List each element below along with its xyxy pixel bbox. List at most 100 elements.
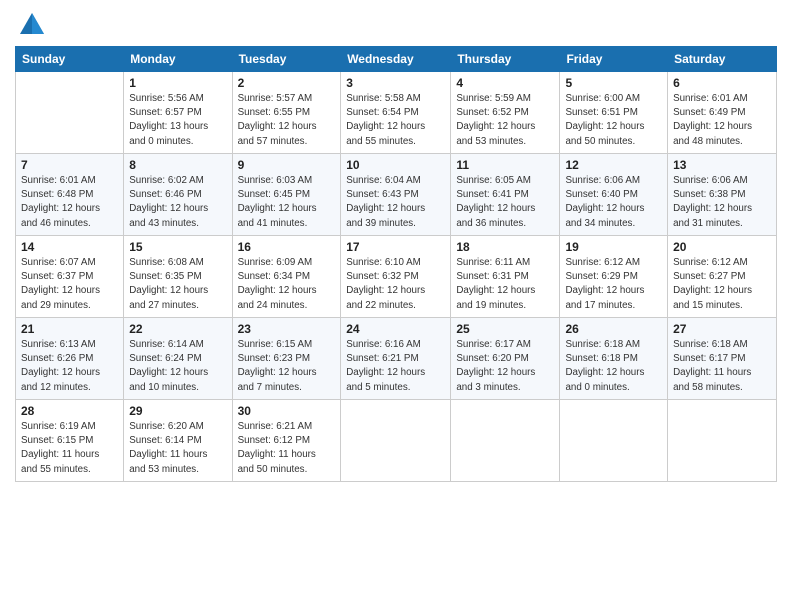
calendar-cell: 4Sunrise: 5:59 AMSunset: 6:52 PMDaylight… bbox=[451, 72, 560, 154]
day-number: 7 bbox=[21, 158, 118, 172]
day-info: Sunrise: 6:01 AMSunset: 6:49 PMDaylight:… bbox=[673, 92, 771, 149]
day-number: 23 bbox=[238, 322, 336, 336]
week-row-2: 7 Sunrise: 6:01 AMSunset: 6:48 PMDaylight… bbox=[16, 154, 777, 236]
day-info: Sunrise: 6:03 AMSunset: 6:45 PMDaylight:… bbox=[238, 174, 336, 231]
day-number: 16 bbox=[238, 240, 336, 254]
day-number: 25 bbox=[456, 322, 554, 336]
calendar-cell: 9 Sunrise: 6:03 AMSunset: 6:45 PMDaylight… bbox=[232, 154, 341, 236]
calendar-cell: 1Sunrise: 5:56 AMSunset: 6:57 PMDaylight… bbox=[124, 72, 232, 154]
calendar-cell: 3 Sunrise: 5:58 AMSunset: 6:54 PMDaylight… bbox=[341, 72, 451, 154]
calendar-cell: 6 Sunrise: 6:01 AMSunset: 6:49 PMDaylight… bbox=[668, 72, 777, 154]
day-number: 19 bbox=[565, 240, 662, 254]
day-info: Sunrise: 6:05 AMSunset: 6:41 PMDaylight:… bbox=[456, 174, 554, 231]
day-info: Sunrise: 6:00 AMSunset: 6:51 PMDaylight:… bbox=[565, 92, 662, 149]
calendar-cell: 8 Sunrise: 6:02 AMSunset: 6:46 PMDaylight… bbox=[124, 154, 232, 236]
weekday-header-row: SundayMondayTuesdayWednesdayThursdayFrid… bbox=[16, 47, 777, 72]
day-number: 12 bbox=[565, 158, 662, 172]
day-info: Sunrise: 5:58 AMSunset: 6:54 PMDaylight:… bbox=[346, 92, 445, 149]
calendar-cell: 21 Sunrise: 6:13 AMSunset: 6:26 PMDayligh… bbox=[16, 318, 124, 400]
day-number: 3 bbox=[346, 76, 445, 90]
day-info: Sunrise: 6:12 AMSunset: 6:29 PMDaylight:… bbox=[565, 256, 662, 313]
week-row-4: 21 Sunrise: 6:13 AMSunset: 6:26 PMDayligh… bbox=[16, 318, 777, 400]
weekday-header-thursday: Thursday bbox=[451, 47, 560, 72]
calendar-cell bbox=[451, 400, 560, 482]
calendar-cell: 23Sunrise: 6:15 AMSunset: 6:23 PMDayligh… bbox=[232, 318, 341, 400]
calendar-cell: 11 Sunrise: 6:05 AMSunset: 6:41 PMDayligh… bbox=[451, 154, 560, 236]
day-number: 26 bbox=[565, 322, 662, 336]
calendar-cell: 15 Sunrise: 6:08 AMSunset: 6:35 PMDayligh… bbox=[124, 236, 232, 318]
calendar-cell: 24 Sunrise: 6:16 AMSunset: 6:21 PMDayligh… bbox=[341, 318, 451, 400]
day-number: 15 bbox=[129, 240, 226, 254]
day-number: 29 bbox=[129, 404, 226, 418]
day-number: 2 bbox=[238, 76, 336, 90]
weekday-header-tuesday: Tuesday bbox=[232, 47, 341, 72]
day-info: Sunrise: 6:12 AMSunset: 6:27 PMDaylight:… bbox=[673, 256, 771, 313]
calendar-cell: 18Sunrise: 6:11 AMSunset: 6:31 PMDayligh… bbox=[451, 236, 560, 318]
calendar-cell bbox=[668, 400, 777, 482]
day-number: 5 bbox=[565, 76, 662, 90]
day-number: 21 bbox=[21, 322, 118, 336]
calendar-cell: 20 Sunrise: 6:12 AMSunset: 6:27 PMDayligh… bbox=[668, 236, 777, 318]
day-number: 28 bbox=[21, 404, 118, 418]
weekday-header-monday: Monday bbox=[124, 47, 232, 72]
day-number: 22 bbox=[129, 322, 226, 336]
day-number: 17 bbox=[346, 240, 445, 254]
day-info: Sunrise: 6:04 AMSunset: 6:43 PMDaylight:… bbox=[346, 174, 445, 231]
day-info: Sunrise: 6:02 AMSunset: 6:46 PMDaylight:… bbox=[129, 174, 226, 231]
day-number: 27 bbox=[673, 322, 771, 336]
day-info: Sunrise: 6:16 AMSunset: 6:21 PMDaylight:… bbox=[346, 338, 445, 395]
calendar-cell bbox=[16, 72, 124, 154]
calendar-cell: 28 Sunrise: 6:19 AMSunset: 6:15 PMDayligh… bbox=[16, 400, 124, 482]
weekday-header-wednesday: Wednesday bbox=[341, 47, 451, 72]
page: SundayMondayTuesdayWednesdayThursdayFrid… bbox=[0, 0, 792, 612]
weekday-header-sunday: Sunday bbox=[16, 47, 124, 72]
day-info: Sunrise: 6:14 AMSunset: 6:24 PMDaylight:… bbox=[129, 338, 226, 395]
day-info: Sunrise: 6:21 AMSunset: 6:12 PMDaylight:… bbox=[238, 420, 336, 477]
calendar-cell: 12Sunrise: 6:06 AMSunset: 6:40 PMDayligh… bbox=[560, 154, 668, 236]
calendar-cell: 29Sunrise: 6:20 AMSunset: 6:14 PMDayligh… bbox=[124, 400, 232, 482]
day-number: 24 bbox=[346, 322, 445, 336]
day-number: 14 bbox=[21, 240, 118, 254]
day-number: 20 bbox=[673, 240, 771, 254]
calendar-cell: 22 Sunrise: 6:14 AMSunset: 6:24 PMDayligh… bbox=[124, 318, 232, 400]
day-info: Sunrise: 6:13 AMSunset: 6:26 PMDaylight:… bbox=[21, 338, 118, 395]
day-info: Sunrise: 6:09 AMSunset: 6:34 PMDaylight:… bbox=[238, 256, 336, 313]
day-info: Sunrise: 6:19 AMSunset: 6:15 PMDaylight:… bbox=[21, 420, 118, 477]
day-number: 9 bbox=[238, 158, 336, 172]
day-number: 30 bbox=[238, 404, 336, 418]
calendar-cell: 27 Sunrise: 6:18 AMSunset: 6:17 PMDayligh… bbox=[668, 318, 777, 400]
calendar-cell: 19 Sunrise: 6:12 AMSunset: 6:29 PMDayligh… bbox=[560, 236, 668, 318]
day-info: Sunrise: 6:18 AMSunset: 6:17 PMDaylight:… bbox=[673, 338, 771, 395]
day-number: 6 bbox=[673, 76, 771, 90]
calendar-cell: 17 Sunrise: 6:10 AMSunset: 6:32 PMDayligh… bbox=[341, 236, 451, 318]
calendar-cell: 14Sunrise: 6:07 AMSunset: 6:37 PMDayligh… bbox=[16, 236, 124, 318]
calendar-cell: 16 Sunrise: 6:09 AMSunset: 6:34 PMDayligh… bbox=[232, 236, 341, 318]
day-info: Sunrise: 6:10 AMSunset: 6:32 PMDaylight:… bbox=[346, 256, 445, 313]
day-info: Sunrise: 5:57 AMSunset: 6:55 PMDaylight:… bbox=[238, 92, 336, 149]
day-info: Sunrise: 6:17 AMSunset: 6:20 PMDaylight:… bbox=[456, 338, 554, 395]
day-info: Sunrise: 6:06 AMSunset: 6:38 PMDaylight:… bbox=[673, 174, 771, 231]
week-row-3: 14Sunrise: 6:07 AMSunset: 6:37 PMDayligh… bbox=[16, 236, 777, 318]
calendar-cell: 10 Sunrise: 6:04 AMSunset: 6:43 PMDayligh… bbox=[341, 154, 451, 236]
day-number: 11 bbox=[456, 158, 554, 172]
day-number: 8 bbox=[129, 158, 226, 172]
header bbox=[15, 10, 777, 40]
calendar-table: SundayMondayTuesdayWednesdayThursdayFrid… bbox=[15, 46, 777, 482]
logo bbox=[15, 10, 47, 40]
calendar-cell: 5 Sunrise: 6:00 AMSunset: 6:51 PMDaylight… bbox=[560, 72, 668, 154]
day-info: Sunrise: 6:08 AMSunset: 6:35 PMDaylight:… bbox=[129, 256, 226, 313]
calendar-cell: 25 Sunrise: 6:17 AMSunset: 6:20 PMDayligh… bbox=[451, 318, 560, 400]
weekday-header-saturday: Saturday bbox=[668, 47, 777, 72]
weekday-header-friday: Friday bbox=[560, 47, 668, 72]
day-number: 18 bbox=[456, 240, 554, 254]
day-number: 4 bbox=[456, 76, 554, 90]
calendar-cell bbox=[341, 400, 451, 482]
calendar-cell bbox=[560, 400, 668, 482]
day-number: 10 bbox=[346, 158, 445, 172]
week-row-1: 1Sunrise: 5:56 AMSunset: 6:57 PMDaylight… bbox=[16, 72, 777, 154]
calendar-cell: 13Sunrise: 6:06 AMSunset: 6:38 PMDayligh… bbox=[668, 154, 777, 236]
day-info: Sunrise: 6:18 AMSunset: 6:18 PMDaylight:… bbox=[565, 338, 662, 395]
day-number: 1 bbox=[129, 76, 226, 90]
calendar-cell: 2 Sunrise: 5:57 AMSunset: 6:55 PMDaylight… bbox=[232, 72, 341, 154]
day-info: Sunrise: 6:01 AMSunset: 6:48 PMDaylight:… bbox=[21, 174, 118, 231]
